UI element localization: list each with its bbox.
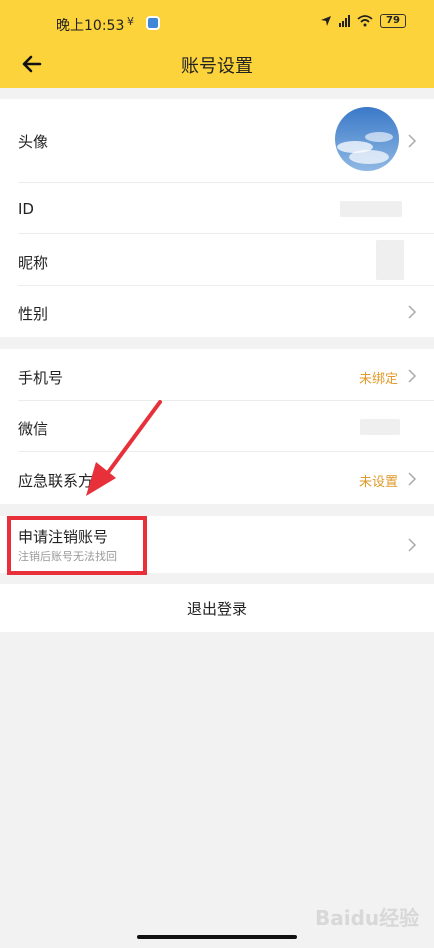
phone-label: 手机号	[18, 369, 64, 387]
gender-label: 性别	[18, 305, 49, 323]
app-header: 晚上10:53 ¥ 79 账号设置	[0, 0, 434, 88]
status-bar: 晚上10:53 ¥ 79	[0, 0, 434, 44]
chevron-right-icon	[408, 472, 417, 486]
wechat-row[interactable]: 微信	[0, 401, 434, 452]
avatar-row[interactable]: 头像	[0, 99, 434, 183]
nickname-row[interactable]: 昵称	[0, 234, 434, 286]
cancel-account-subtitle: 注销后账号无法找回	[18, 550, 117, 563]
status-indicators: 79	[320, 14, 406, 28]
signal-icon	[339, 15, 350, 27]
id-row: ID	[0, 183, 434, 234]
cancel-account-row[interactable]: 申请注销账号 注销后账号无法找回	[0, 516, 434, 573]
profile-group: 头像 ID 昵称 性别	[0, 99, 434, 337]
location-icon	[321, 16, 331, 26]
avatar	[335, 107, 399, 171]
emergency-contact-label: 应急联系方	[18, 472, 94, 490]
nickname-label: 昵称	[18, 254, 49, 272]
binding-group: 手机号 未绑定 微信 应急联系方 未设置	[0, 349, 434, 504]
app-notification-icon	[146, 16, 160, 30]
emergency-contact-row[interactable]: 应急联系方 未设置	[0, 452, 434, 504]
phone-status: 未绑定	[358, 372, 398, 387]
logout-label: 退出登录	[186, 600, 247, 618]
gender-row[interactable]: 性别	[0, 286, 434, 337]
chevron-right-icon	[408, 134, 417, 148]
phone-row[interactable]: 手机号 未绑定	[0, 349, 434, 401]
emergency-contact-status: 未设置	[358, 475, 398, 490]
cancel-account-title: 申请注销账号	[18, 528, 109, 546]
chevron-right-icon	[408, 538, 417, 552]
watermark: Baidu经验	[315, 906, 420, 930]
chevron-right-icon	[408, 369, 417, 383]
nickname-value-redacted	[376, 240, 404, 280]
wechat-label: 微信	[18, 420, 49, 438]
avatar-label: 头像	[18, 133, 49, 151]
home-indicator[interactable]	[137, 935, 297, 939]
battery-icon: 79	[380, 14, 406, 28]
wifi-icon	[357, 15, 373, 27]
page-title: 账号设置	[181, 56, 253, 77]
logout-button[interactable]: 退出登录	[0, 584, 434, 632]
arrow-left-icon[interactable]	[18, 50, 46, 78]
id-value-redacted	[340, 201, 402, 217]
chevron-right-icon	[408, 305, 417, 319]
id-label: ID	[18, 200, 34, 218]
wechat-value-redacted	[360, 419, 400, 435]
status-glyph: ¥	[127, 15, 134, 28]
status-time: 晚上10:53	[56, 18, 125, 34]
